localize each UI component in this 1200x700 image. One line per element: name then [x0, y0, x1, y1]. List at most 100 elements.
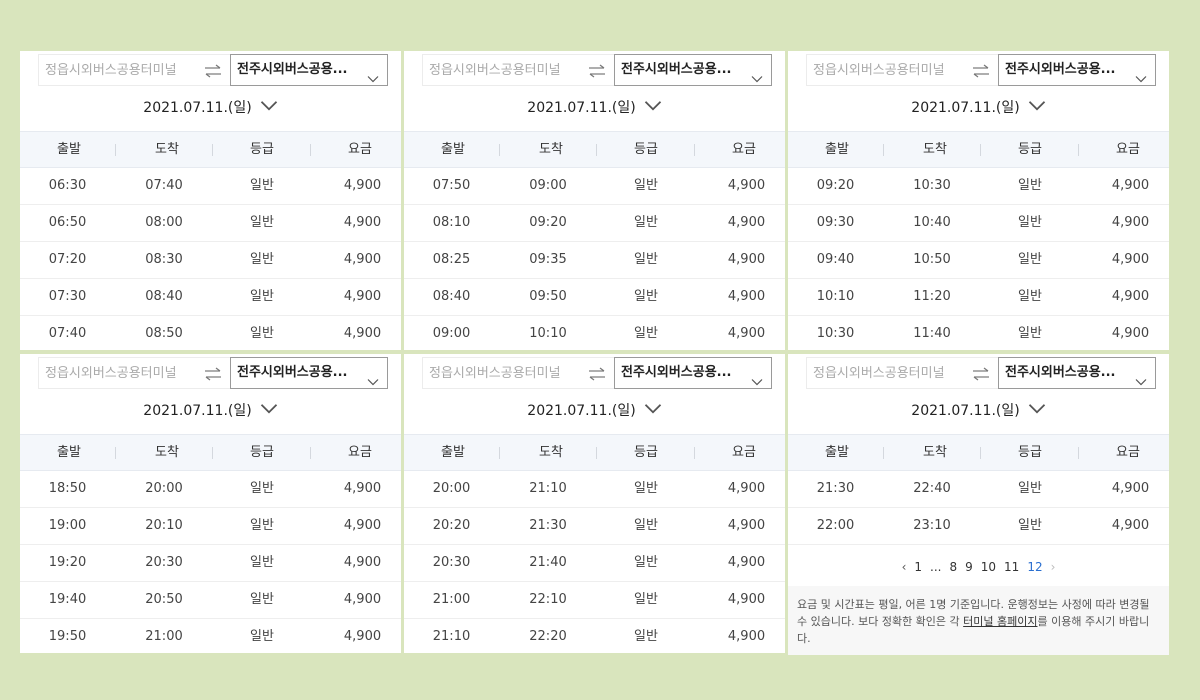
table-cell: 11:20 [913, 289, 951, 304]
departure-terminal-field[interactable]: 정읍시외버스공용터미널 [422, 54, 580, 86]
table-cell: 20:20 [432, 518, 471, 533]
date-label: 2021.07.11.(일) [911, 100, 1020, 116]
table-cell: 일반 [250, 592, 274, 607]
table-cell: 일반 [250, 178, 274, 193]
table-cell: 11:40 [913, 326, 951, 341]
arrival-terminal-label: 전주시외버스공용... [237, 365, 348, 380]
date-selector[interactable]: 2021.07.11.(일) [20, 97, 401, 119]
swap-button[interactable] [964, 357, 998, 389]
page-link[interactable]: 1 [914, 550, 922, 584]
column-header: 도착 [155, 142, 179, 157]
table-row: 09:00 10:10 일반 4,900 [404, 316, 785, 350]
date-label: 2021.07.11.(일) [143, 403, 252, 419]
table-cell: 21:30 [529, 518, 567, 533]
arrival-terminal-select[interactable]: 전주시외버스공용... [614, 54, 772, 86]
table-cell: 09:35 [529, 252, 567, 267]
table-cell: 일반 [634, 252, 658, 267]
departure-terminal-field[interactable]: 정읍시외버스공용터미널 [38, 357, 196, 389]
chevron-down-icon [367, 65, 379, 95]
table-cell: 4,900 [727, 289, 766, 304]
table-cell: 23:10 [913, 518, 951, 533]
arrival-terminal-select[interactable]: 전주시외버스공용... [998, 54, 1156, 86]
page-link[interactable]: 12 [1027, 550, 1042, 584]
chevron-down-icon [644, 399, 662, 421]
table-row: 21:00 22:10 일반 4,900 [404, 582, 785, 619]
column-divider [310, 144, 311, 156]
column-header: 출발 [441, 142, 465, 157]
table-header: 출발 도착 등급 요금 [404, 131, 785, 168]
date-selector[interactable]: 2021.07.11.(일) [788, 97, 1169, 119]
route-selector: 정읍시외버스공용터미널 전주시외버스공용... [422, 54, 772, 86]
column-header: 출발 [57, 142, 81, 157]
table-cell: 08:40 [145, 289, 183, 304]
arrival-terminal-select[interactable]: 전주시외버스공용... [998, 357, 1156, 389]
table-row: 19:50 21:00 일반 4,900 [20, 619, 401, 653]
chevron-down-icon [751, 65, 763, 95]
column-divider [1078, 144, 1079, 156]
column-header: 출발 [57, 445, 81, 460]
column-header: 등급 [1018, 142, 1042, 157]
table-row: 09:20 10:30 일반 4,900 [788, 168, 1169, 205]
chevron-down-icon [751, 368, 763, 398]
arrival-terminal-select[interactable]: 전주시외버스공용... [614, 357, 772, 389]
table-cell: 22:10 [529, 592, 567, 607]
table-cell: 08:00 [145, 215, 183, 230]
column-header: 요금 [732, 142, 756, 157]
table-cell: 일반 [634, 289, 658, 304]
table-row: 10:10 11:20 일반 4,900 [788, 279, 1169, 316]
table-cell: 4,900 [727, 326, 766, 341]
timetable-panel: 정읍시외버스공용터미널 전주시외버스공용... 2021.07.11.(일) 출발 도착… [404, 51, 785, 350]
table-cell: 4,900 [343, 518, 382, 533]
pagination-ellipsis: ... [930, 560, 942, 574]
swap-button[interactable] [196, 357, 230, 389]
date-selector[interactable]: 2021.07.11.(일) [788, 400, 1169, 422]
swap-button[interactable] [196, 54, 230, 86]
page-link[interactable]: 8 [949, 550, 957, 584]
table-row: 07:40 08:50 일반 4,900 [20, 316, 401, 350]
table-row: 09:40 10:50 일반 4,900 [788, 242, 1169, 279]
table-cell: 09:30 [816, 215, 855, 230]
column-header: 출발 [825, 445, 849, 460]
terminal-homepage-link[interactable]: 터미널 홈페이지 [963, 615, 1037, 628]
table-header: 출발 도착 등급 요금 [20, 131, 401, 168]
chevron-down-icon [367, 368, 379, 398]
date-selector[interactable]: 2021.07.11.(일) [404, 400, 785, 422]
date-selector[interactable]: 2021.07.11.(일) [404, 97, 785, 119]
page-link[interactable]: 9 [965, 550, 973, 584]
departure-terminal-field[interactable]: 정읍시외버스공용터미널 [422, 357, 580, 389]
column-divider [499, 144, 500, 156]
table-cell: 일반 [1018, 215, 1042, 230]
table-cell: 4,900 [1111, 481, 1150, 496]
route-selector: 정읍시외버스공용터미널 전주시외버스공용... [806, 54, 1156, 86]
arrival-terminal-select[interactable]: 전주시외버스공용... [230, 357, 388, 389]
table-cell: 08:30 [145, 252, 183, 267]
chevron-down-icon [644, 96, 662, 118]
prev-page-button[interactable]: ‹ [902, 550, 907, 584]
arrival-terminal-select[interactable]: 전주시외버스공용... [230, 54, 388, 86]
column-header: 요금 [1116, 445, 1140, 460]
swap-button[interactable] [580, 54, 614, 86]
page-link[interactable]: 11 [1004, 550, 1019, 584]
table-header: 출발 도착 등급 요금 [788, 131, 1169, 168]
next-page-button[interactable]: › [1051, 550, 1056, 584]
table-cell: 4,900 [727, 252, 766, 267]
departure-terminal-field[interactable]: 정읍시외버스공용터미널 [806, 357, 964, 389]
table-row: 20:30 21:40 일반 4,900 [404, 545, 785, 582]
page-link[interactable]: 10 [981, 550, 996, 584]
table-cell: 19:00 [48, 518, 87, 533]
departure-terminal-field[interactable]: 정읍시외버스공용터미널 [806, 54, 964, 86]
route-selector: 정읍시외버스공용터미널 전주시외버스공용... [38, 54, 388, 86]
column-divider [980, 144, 981, 156]
table-cell: 일반 [1018, 326, 1042, 341]
swap-button[interactable] [964, 54, 998, 86]
table-cell: 08:25 [432, 252, 471, 267]
table-cell: 06:30 [48, 178, 87, 193]
date-selector[interactable]: 2021.07.11.(일) [20, 400, 401, 422]
departure-terminal-field[interactable]: 정읍시외버스공용터미널 [38, 54, 196, 86]
table-cell: 21:00 [145, 629, 183, 644]
column-header: 요금 [348, 142, 372, 157]
column-divider [115, 144, 116, 156]
table-cell: 4,900 [727, 178, 766, 193]
swap-button[interactable] [580, 357, 614, 389]
column-divider [499, 447, 500, 459]
